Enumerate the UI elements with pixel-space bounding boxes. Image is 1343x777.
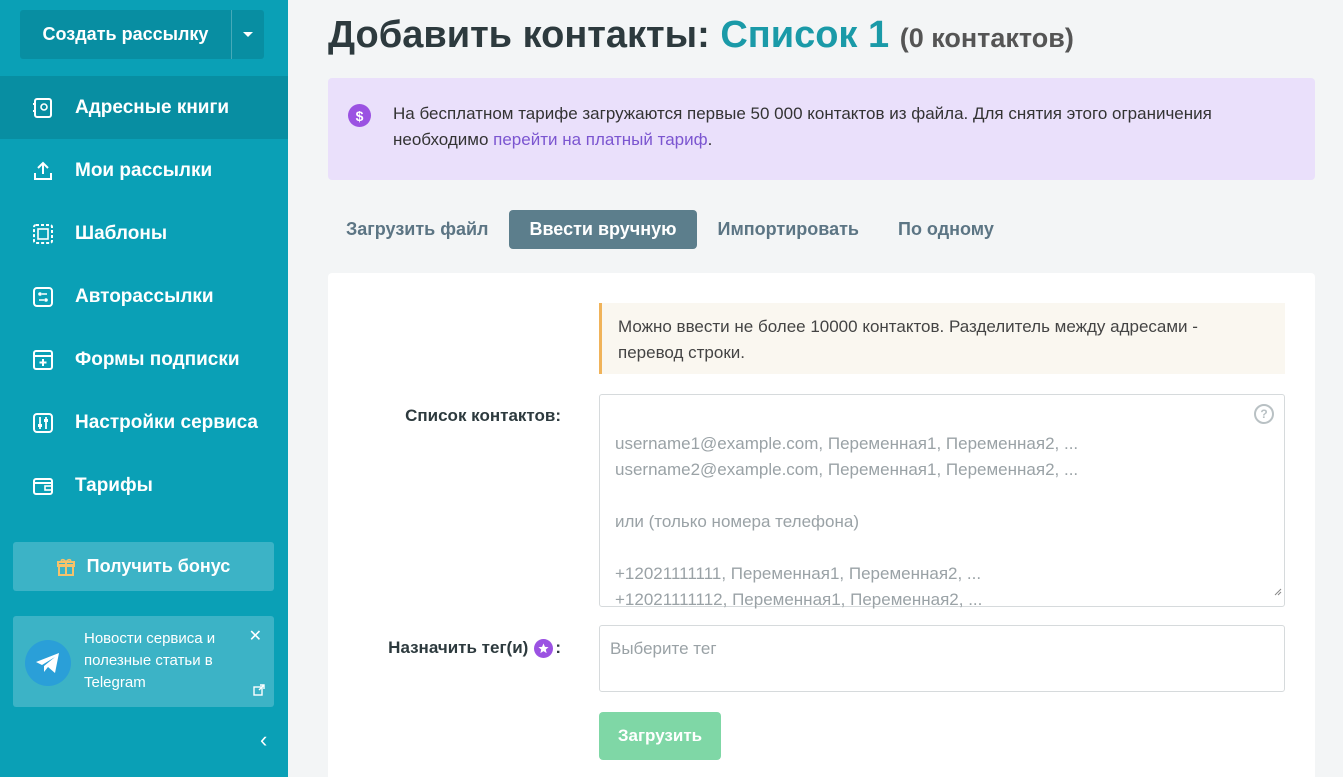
sidebar-item-label: Авторассылки bbox=[75, 285, 214, 307]
sidebar-item-subscription-forms[interactable]: Формы подписки bbox=[0, 328, 288, 391]
free-tariff-alert: $ На бесплатном тарифе загружаются первы… bbox=[328, 78, 1315, 180]
external-link-icon bbox=[253, 683, 265, 701]
tag-select-placeholder: Выберите тег bbox=[610, 639, 717, 658]
close-icon[interactable]: ✕ bbox=[249, 626, 262, 646]
sidebar-item-label: Формы подписки bbox=[75, 348, 240, 370]
automation-icon bbox=[32, 286, 54, 308]
sidebar-item-address-books[interactable]: Адресные книги bbox=[0, 76, 288, 139]
premium-star-icon bbox=[534, 638, 554, 658]
template-icon bbox=[32, 223, 54, 245]
contacts-placeholder: username1@example.com, Переменная1, Пере… bbox=[615, 434, 1079, 609]
contacts-list-label: Список контактов: bbox=[405, 406, 561, 425]
upload-button[interactable]: Загрузить bbox=[599, 712, 721, 760]
upload-method-tabs: Загрузить файл Ввести вручную Импортиров… bbox=[328, 210, 1015, 249]
sidebar-item-templates[interactable]: Шаблоны bbox=[0, 202, 288, 265]
gift-icon bbox=[56, 558, 75, 576]
sidebar-item-label: Настройки сервиса bbox=[75, 411, 258, 433]
page-title-prefix: Добавить контакты: bbox=[328, 14, 710, 56]
sidebar-item-automation[interactable]: Авторассылки bbox=[0, 265, 288, 328]
sidebar-item-label: Шаблоны bbox=[75, 222, 168, 244]
sidebar-nav: Адресные книги Мои рассылки Шаблоны Авто… bbox=[0, 76, 288, 517]
sidebar-item-label: Тарифы bbox=[75, 474, 153, 496]
manual-entry-form: Можно ввести не более 10000 контактов. Р… bbox=[328, 273, 1315, 777]
assign-tags-label: Назначить тег(и) : bbox=[328, 638, 561, 658]
get-bonus-button[interactable]: Получить бонус bbox=[13, 542, 274, 591]
create-campaign-button[interactable]: Создать рассылку bbox=[20, 10, 231, 59]
create-campaign-button-group: Создать рассылку bbox=[20, 10, 264, 59]
collapse-sidebar-icon[interactable]: ‹ bbox=[260, 727, 267, 753]
get-bonus-label: Получить бонус bbox=[86, 556, 231, 576]
sidebar-item-service-settings[interactable]: Настройки сервиса bbox=[0, 391, 288, 454]
dollar-icon: $ bbox=[348, 104, 371, 127]
sidebar: Создать рассылку Адресные книги Мои расс… bbox=[0, 0, 288, 777]
assign-tags-colon: : bbox=[555, 638, 561, 657]
telegram-news-card[interactable]: Новости сервиса и полезные статьи в Tele… bbox=[13, 616, 274, 707]
tab-upload-file[interactable]: Загрузить файл bbox=[328, 210, 506, 249]
sidebar-item-tariffs[interactable]: Тарифы bbox=[0, 454, 288, 517]
settings-sliders-icon bbox=[32, 412, 54, 434]
list-name[interactable]: Список 1 bbox=[720, 14, 889, 56]
tab-enter-manually[interactable]: Ввести вручную bbox=[509, 210, 697, 249]
resize-handle-icon[interactable] bbox=[1272, 552, 1282, 604]
address-book-icon bbox=[32, 97, 54, 119]
page-title: Добавить контакты: Список 1 (0 контактов… bbox=[328, 14, 1074, 57]
help-icon[interactable]: ? bbox=[1254, 404, 1274, 424]
sidebar-item-my-campaigns[interactable]: Мои рассылки bbox=[0, 139, 288, 202]
tab-import[interactable]: Импортировать bbox=[700, 210, 877, 249]
tag-select[interactable]: Выберите тег bbox=[599, 625, 1285, 692]
send-icon bbox=[32, 160, 54, 182]
sidebar-item-label: Мои рассылки bbox=[75, 159, 213, 181]
contacts-textarea[interactable]: username1@example.com, Переменная1, Пере… bbox=[599, 394, 1285, 609]
caret-down-icon bbox=[243, 32, 253, 37]
telegram-icon bbox=[25, 640, 71, 686]
sidebar-item-label: Адресные книги bbox=[75, 96, 230, 118]
upgrade-tariff-link[interactable]: перейти на платный тариф bbox=[493, 130, 707, 149]
contact-count: (0 контактов) bbox=[899, 23, 1074, 53]
form-icon bbox=[32, 349, 54, 371]
tab-one-by-one[interactable]: По одному bbox=[880, 210, 1012, 249]
wallet-icon bbox=[32, 475, 54, 497]
create-campaign-dropdown-toggle[interactable] bbox=[231, 10, 264, 59]
assign-tags-text: Назначить тег(и) bbox=[388, 638, 529, 657]
telegram-news-text: Новости сервиса и полезные статьи в Tele… bbox=[84, 630, 216, 691]
limit-note: Можно ввести не более 10000 контактов. Р… bbox=[599, 303, 1285, 374]
alert-text: На бесплатном тарифе загружаются первые … bbox=[393, 101, 1253, 153]
alert-suffix: . bbox=[707, 130, 713, 149]
